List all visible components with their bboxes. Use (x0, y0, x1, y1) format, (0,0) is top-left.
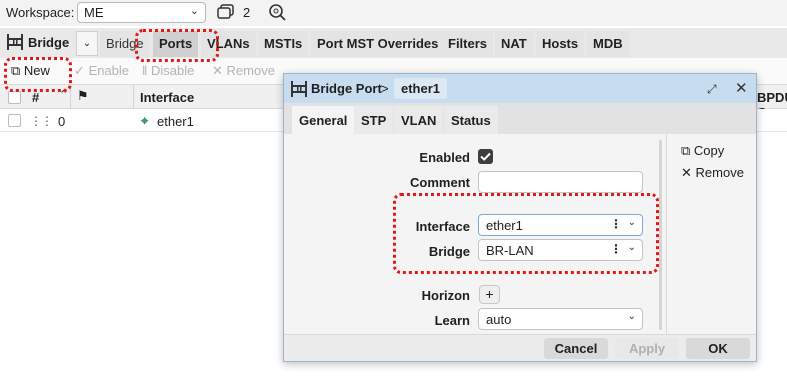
remove-button[interactable]: ✕ Remove (681, 165, 744, 181)
horizon-label: Horizon (421, 288, 470, 303)
enabled-label: Enabled (419, 150, 470, 165)
interface-value: ether1 (486, 218, 523, 233)
close-icon: ✕ (681, 165, 692, 180)
learn-label: Learn (434, 313, 470, 328)
workspace-label: Workspace: (6, 5, 75, 20)
new-button[interactable]: ⧉ New (11, 63, 50, 79)
tab-status[interactable]: Status (444, 106, 498, 134)
check-icon: ✓ (74, 63, 85, 78)
tab-menu-chevron-icon[interactable]: ⌄ (76, 31, 98, 56)
ok-button[interactable]: OK (686, 338, 750, 359)
close-icon: ✕ (212, 63, 223, 78)
chevron-down-icon: ⌄ (627, 311, 636, 322)
workspace-value: ME (84, 5, 104, 20)
remove-button[interactable]: ✕ Remove (212, 63, 275, 79)
tab-port-mst-overrides[interactable]: Port MST Overrides (311, 31, 445, 57)
tab-hosts[interactable]: Hosts (536, 31, 585, 57)
chevron-down-icon: ⌄ (627, 242, 636, 253)
apply-button[interactable]: Apply (615, 338, 679, 359)
enable-button[interactable]: ✓ Enable (74, 63, 129, 79)
sort-up-icon[interactable]: ⌃ (59, 88, 68, 101)
restore-icon[interactable]: ⤢ (707, 82, 717, 97)
bridge-select[interactable]: BR-LAN ⋮ ⌄ (478, 239, 643, 261)
tab-vlans[interactable]: VLANs (201, 31, 256, 57)
select-all-checkbox[interactable] (8, 91, 21, 104)
more-icon[interactable]: ⋮ (610, 242, 622, 256)
bridge-label: Bridge (428, 244, 470, 259)
add-icon[interactable]: + (479, 285, 500, 304)
workspace-select[interactable]: ME ⌄ (77, 2, 206, 23)
column-header-number[interactable]: # (32, 90, 39, 105)
enabled-checkbox[interactable] (478, 149, 493, 164)
row-checkbox[interactable] (8, 114, 21, 127)
tab-mstis[interactable]: MSTIs (258, 31, 309, 57)
drag-handle-icon[interactable]: ⋮⋮ (30, 114, 53, 128)
tab-vlan[interactable]: VLAN (394, 106, 444, 134)
bridge-icon (7, 34, 23, 50)
column-separator (70, 85, 71, 109)
row-number: 0 (58, 114, 66, 129)
interface-select[interactable]: ether1 ⋮ ⌄ (478, 214, 643, 236)
learn-select[interactable]: auto ⌄ (478, 308, 643, 330)
tab-bridge[interactable]: Bridge (100, 31, 150, 57)
breadcrumb: ether1 (394, 78, 448, 99)
scrollbar[interactable] (659, 140, 662, 330)
page-title: Bridge (28, 35, 70, 50)
pause-icon: ‖ (142, 63, 148, 78)
interface-label: Interface (415, 219, 470, 234)
tab-ports[interactable]: Ports (153, 31, 199, 57)
breadcrumb-separator: > (381, 81, 389, 96)
more-icon[interactable]: ⋮ (610, 217, 622, 231)
tab-general[interactable]: General (292, 106, 355, 134)
chevron-down-icon: ⌄ (627, 217, 636, 228)
copy-icon: ⧉ (681, 143, 691, 158)
learn-value: auto (486, 312, 512, 327)
comment-label: Comment (410, 175, 470, 190)
disable-button[interactable]: ‖ Disable (142, 63, 194, 78)
close-icon[interactable]: ✕ (735, 79, 748, 97)
bridge-icon (291, 81, 307, 97)
cancel-button[interactable]: Cancel (544, 338, 608, 359)
add-icon: ⧉ (11, 63, 21, 78)
search-icon[interactable] (268, 3, 286, 21)
tab-filters[interactable]: Filters (442, 31, 494, 57)
interface-icon: ⌖ (141, 113, 149, 128)
tab-nat[interactable]: NAT (495, 31, 533, 57)
dialog-side-panel (666, 134, 756, 334)
check-icon (480, 152, 491, 161)
chevron-down-icon: ⌄ (189, 5, 199, 17)
dialog-title: Bridge Port (311, 81, 382, 96)
flag-icon[interactable]: ⚑ (77, 88, 89, 104)
row-interface: ether1 (157, 114, 194, 129)
column-separator (133, 85, 134, 109)
copy-button[interactable]: ⧉ Copy (681, 143, 724, 159)
column-header-interface[interactable]: Interface (140, 90, 194, 105)
window-count: 2 (243, 5, 251, 20)
tab-stp[interactable]: STP (354, 106, 394, 134)
tab-mdb[interactable]: MDB (587, 31, 629, 57)
comment-field[interactable] (478, 171, 643, 193)
bridge-value: BR-LAN (486, 243, 534, 258)
windows-icon[interactable] (217, 4, 235, 20)
